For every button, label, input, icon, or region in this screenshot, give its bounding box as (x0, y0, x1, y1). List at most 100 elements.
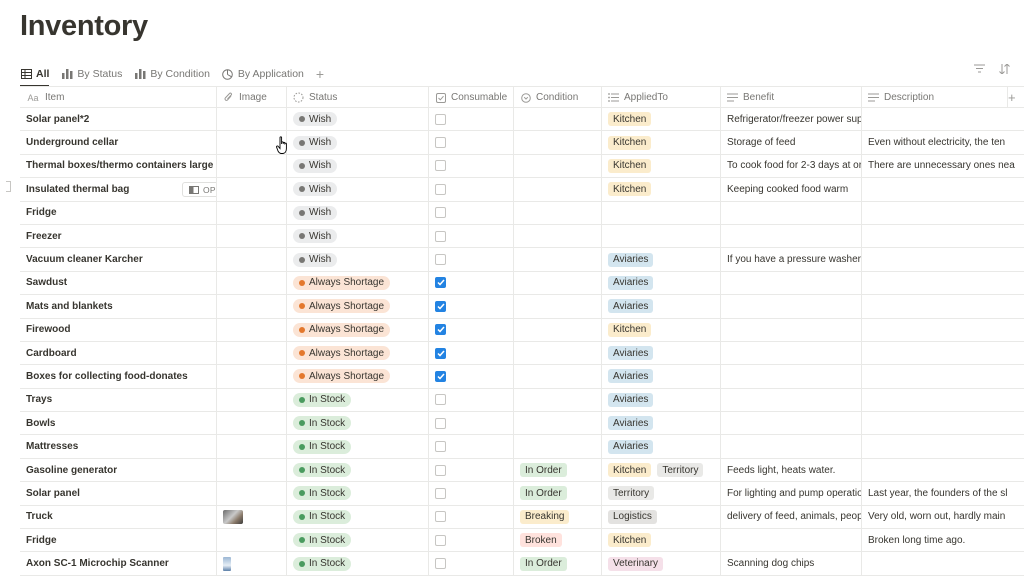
tab-all[interactable]: All (20, 62, 50, 87)
condition-cell[interactable] (514, 248, 602, 271)
appliedto-cell[interactable]: Veterinary (602, 552, 721, 575)
image-cell[interactable] (217, 412, 287, 435)
condition-cell[interactable] (514, 154, 602, 178)
condition-cell[interactable]: Breaking (514, 505, 602, 529)
column-header-appliedto[interactable]: AppliedTo (602, 87, 721, 108)
item-cell[interactable]: Solar panel*2 (20, 108, 217, 131)
benefit-cell[interactable] (721, 295, 862, 318)
item-cell[interactable]: Axon SC-1 Microchip Scanner (20, 552, 217, 575)
status-cell[interactable]: Wish (287, 201, 429, 224)
image-cell[interactable] (217, 224, 287, 248)
item-cell[interactable]: Sawdust (20, 271, 217, 295)
appliedto-cell[interactable]: Kitchen (602, 108, 721, 131)
item-cell[interactable]: Solar panel (20, 482, 217, 505)
item-cell[interactable]: Bowls (20, 412, 217, 435)
description-cell[interactable]: Broken long time ago. (862, 529, 1024, 551)
consumable-checkbox[interactable] (435, 277, 446, 289)
appliedto-cell[interactable]: Kitchen Territory (602, 458, 721, 482)
status-cell[interactable]: Wish (287, 224, 429, 248)
description-cell[interactable] (862, 295, 1024, 317)
status-cell[interactable]: In Stock (287, 552, 429, 575)
consumable-checkbox[interactable] (435, 534, 446, 546)
appliedto-cell[interactable]: Aviaries (602, 295, 721, 318)
item-cell[interactable]: Vacuum cleaner Karcher (20, 248, 217, 271)
benefit-cell[interactable] (721, 224, 862, 248)
consumable-checkbox[interactable] (435, 207, 446, 219)
condition-cell[interactable] (514, 318, 602, 341)
status-cell[interactable]: In Stock (287, 505, 429, 529)
description-cell[interactable] (862, 459, 1024, 481)
status-cell[interactable]: In Stock (287, 388, 429, 412)
add-view-icon[interactable]: + (316, 67, 324, 81)
consumable-checkbox[interactable] (435, 113, 446, 125)
benefit-cell[interactable] (721, 365, 862, 388)
consumable-checkbox[interactable] (435, 441, 446, 453)
consumable-checkbox[interactable] (435, 230, 446, 242)
truck-photo-thumbnail[interactable] (223, 509, 243, 524)
consumable-checkbox[interactable] (435, 324, 446, 336)
consumable-checkbox[interactable] (435, 511, 446, 523)
appliedto-cell[interactable]: Aviaries (602, 412, 721, 435)
status-cell[interactable]: Wish (287, 108, 429, 131)
image-cell[interactable] (217, 271, 287, 295)
status-cell[interactable]: Wish (287, 178, 429, 201)
consumable-checkbox[interactable] (435, 183, 446, 195)
tab-by-condition[interactable]: By Condition (134, 62, 210, 86)
status-cell[interactable]: Always Shortage (287, 365, 429, 388)
status-cell[interactable]: In Stock (287, 458, 429, 482)
condition-cell[interactable] (514, 271, 602, 295)
column-header-description[interactable]: Description (862, 87, 1008, 108)
benefit-cell[interactable]: For lighting and pump operatio (721, 482, 862, 505)
benefit-cell[interactable] (721, 529, 862, 552)
appliedto-cell[interactable]: Aviaries (602, 388, 721, 412)
benefit-cell[interactable] (721, 435, 862, 458)
filter-icon[interactable] (974, 64, 985, 77)
appliedto-cell[interactable]: Territory (602, 482, 721, 505)
status-cell[interactable]: Wish (287, 248, 429, 271)
description-cell[interactable]: Even without electricity, the ten (862, 131, 1024, 153)
status-cell[interactable]: In Stock (287, 435, 429, 458)
appliedto-cell[interactable]: Kitchen (602, 318, 721, 341)
description-cell[interactable] (862, 342, 1024, 364)
drag-handle-icon[interactable] (6, 181, 11, 192)
sort-icon[interactable] (999, 63, 1010, 77)
description-cell[interactable] (862, 365, 1024, 387)
image-cell[interactable] (217, 505, 287, 529)
benefit-cell[interactable]: Keeping cooked food warm (721, 178, 862, 201)
item-cell[interactable]: Boxes for collecting food-donates (20, 365, 217, 388)
benefit-cell[interactable]: Storage of feed (721, 131, 862, 154)
description-cell[interactable] (862, 319, 1024, 341)
description-cell[interactable]: Last year, the founders of the sl (862, 482, 1024, 504)
item-cell[interactable]: Fridge (20, 529, 217, 552)
tab-by-status[interactable]: By Status (61, 62, 122, 86)
description-cell[interactable] (862, 272, 1024, 294)
scanner-photo-thumbnail[interactable] (223, 556, 231, 571)
add-column-icon[interactable]: + (1008, 87, 1016, 108)
condition-cell[interactable] (514, 412, 602, 435)
condition-cell[interactable] (514, 365, 602, 388)
item-cell[interactable]: Gasoline generator (20, 458, 217, 482)
consumable-checkbox[interactable] (435, 417, 446, 429)
image-cell[interactable] (217, 552, 287, 575)
image-cell[interactable] (217, 435, 287, 458)
benefit-cell[interactable] (721, 201, 862, 224)
image-cell[interactable] (217, 482, 287, 505)
item-cell[interactable]: Thermal boxes/thermo containers large (20, 154, 217, 178)
appliedto-cell[interactable]: Kitchen (602, 178, 721, 201)
description-cell[interactable] (862, 435, 1024, 457)
consumable-checkbox[interactable] (435, 254, 446, 266)
appliedto-cell[interactable]: Aviaries (602, 248, 721, 271)
benefit-cell[interactable] (721, 271, 862, 295)
description-cell[interactable] (862, 178, 1024, 200)
benefit-cell[interactable] (721, 341, 862, 365)
benefit-cell[interactable]: Feeds light, heats water. (721, 458, 862, 482)
benefit-cell[interactable]: If you have a pressure washer, c (721, 248, 862, 271)
benefit-cell[interactable] (721, 318, 862, 341)
appliedto-cell[interactable]: Aviaries (602, 341, 721, 365)
item-cell[interactable]: Insulated thermal bag OPEN (20, 178, 217, 201)
description-cell[interactable] (862, 412, 1024, 434)
condition-cell[interactable] (514, 388, 602, 412)
status-cell[interactable]: Always Shortage (287, 318, 429, 341)
appliedto-cell[interactable]: Kitchen (602, 154, 721, 178)
description-cell[interactable]: Very old, worn out, hardly main (862, 506, 1024, 528)
